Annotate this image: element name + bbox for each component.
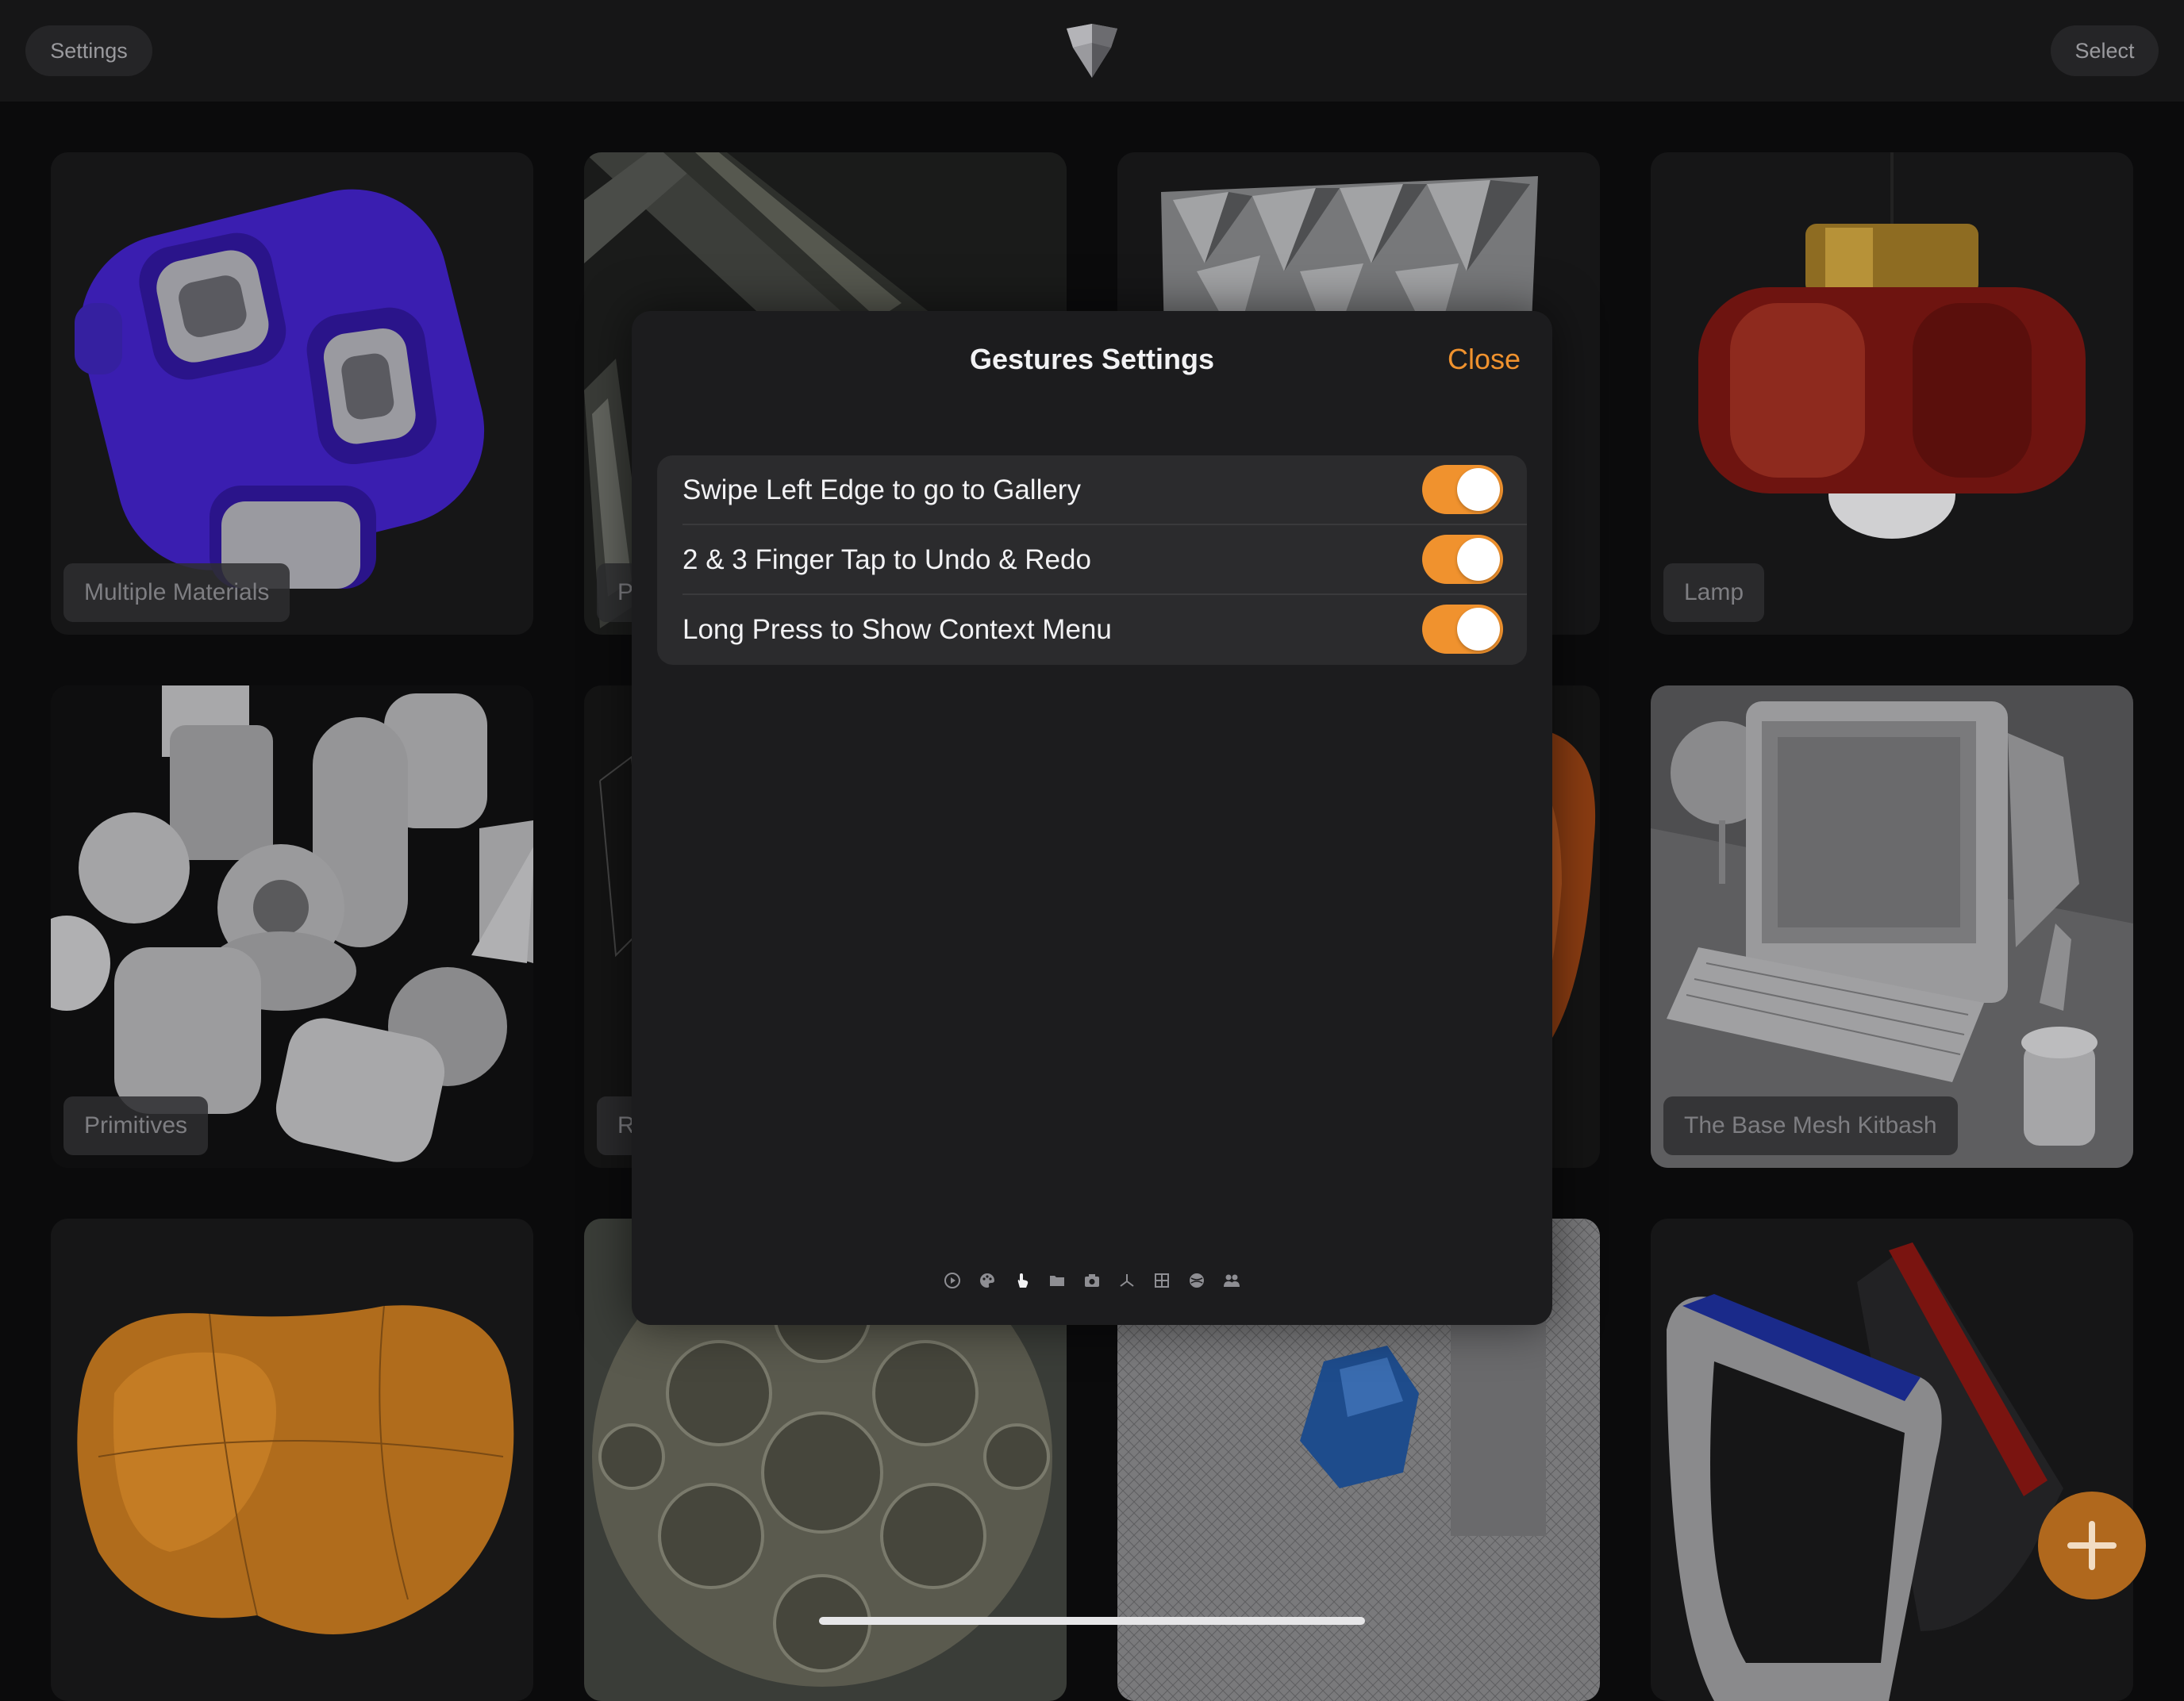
close-button[interactable]: Close [1448,343,1521,376]
top-bar: Settings Select [0,0,2184,102]
select-button[interactable]: Select [2051,25,2159,76]
globe-icon[interactable] [1187,1271,1206,1290]
settings-button[interactable]: Settings [25,25,152,76]
long-press-context-menu-toggle[interactable] [1422,605,1503,654]
setting-label: 2 & 3 Finger Tap to Undo & Redo [682,544,1091,575]
gestures-settings-modal: Gestures Settings Close Swipe Left Edge … [632,311,1552,1325]
multiple-materials-thumbnail [51,152,533,635]
people-icon[interactable] [1222,1271,1241,1290]
gesture-settings-group: Swipe Left Edge to go to Gallery 2 & 3 F… [657,455,1527,665]
lamp-thumbnail [1651,152,2133,635]
swipe-left-edge-toggle[interactable] [1422,465,1503,514]
settings-section-tabs [632,1271,1552,1303]
gallery-card-lamp[interactable]: Lamp [1651,152,2133,635]
camera-icon[interactable] [1082,1271,1102,1290]
setting-row-finger-tap-undo-redo[interactable]: 2 & 3 Finger Tap to Undo & Redo [657,525,1527,595]
gallery-card-9[interactable] [51,1219,533,1701]
toggle-knob [1457,608,1500,651]
toggle-knob [1457,538,1500,581]
finger-tap-undo-redo-toggle[interactable] [1422,535,1503,584]
modal-title: Gestures Settings [969,343,1215,375]
setting-row-swipe-left-edge[interactable]: Swipe Left Edge to go to Gallery [657,455,1527,525]
home-indicator[interactable] [819,1617,1365,1625]
soft-shape-thumbnail [51,1219,533,1701]
gallery-card-base-mesh-kitbash[interactable]: The Base Mesh Kitbash [1651,685,2133,1168]
card-label: Primitives [63,1096,209,1155]
gallery-card-multiple-materials[interactable]: Multiple Materials [51,152,533,635]
hand-gesture-icon[interactable] [1013,1271,1032,1290]
toggle-knob [1457,468,1500,511]
card-label: The Base Mesh Kitbash [1663,1096,1958,1155]
setting-label: Swipe Left Edge to go to Gallery [682,474,1081,505]
card-label: Multiple Materials [63,563,290,622]
setting-label: Long Press to Show Context Menu [682,614,1112,645]
primitives-thumbnail [51,685,533,1168]
palette-icon[interactable] [978,1271,997,1290]
gallery-card-12[interactable] [1651,1219,2133,1701]
plus-icon [2067,1521,2117,1570]
add-project-button[interactable] [2038,1492,2146,1599]
rings-thumbnail [1651,1219,2133,1701]
base-mesh-kitbash-thumbnail [1651,685,2133,1168]
setting-row-long-press-context-menu[interactable]: Long Press to Show Context Menu [657,595,1527,665]
grid-icon[interactable] [1152,1271,1171,1290]
card-label: Lamp [1663,563,1765,622]
gallery-card-primitives[interactable]: Primitives [51,685,533,1168]
play-circle-icon[interactable] [943,1271,962,1290]
app-logo-icon [1067,24,1117,78]
axes-icon[interactable] [1117,1271,1136,1290]
folder-icon[interactable] [1048,1271,1067,1290]
